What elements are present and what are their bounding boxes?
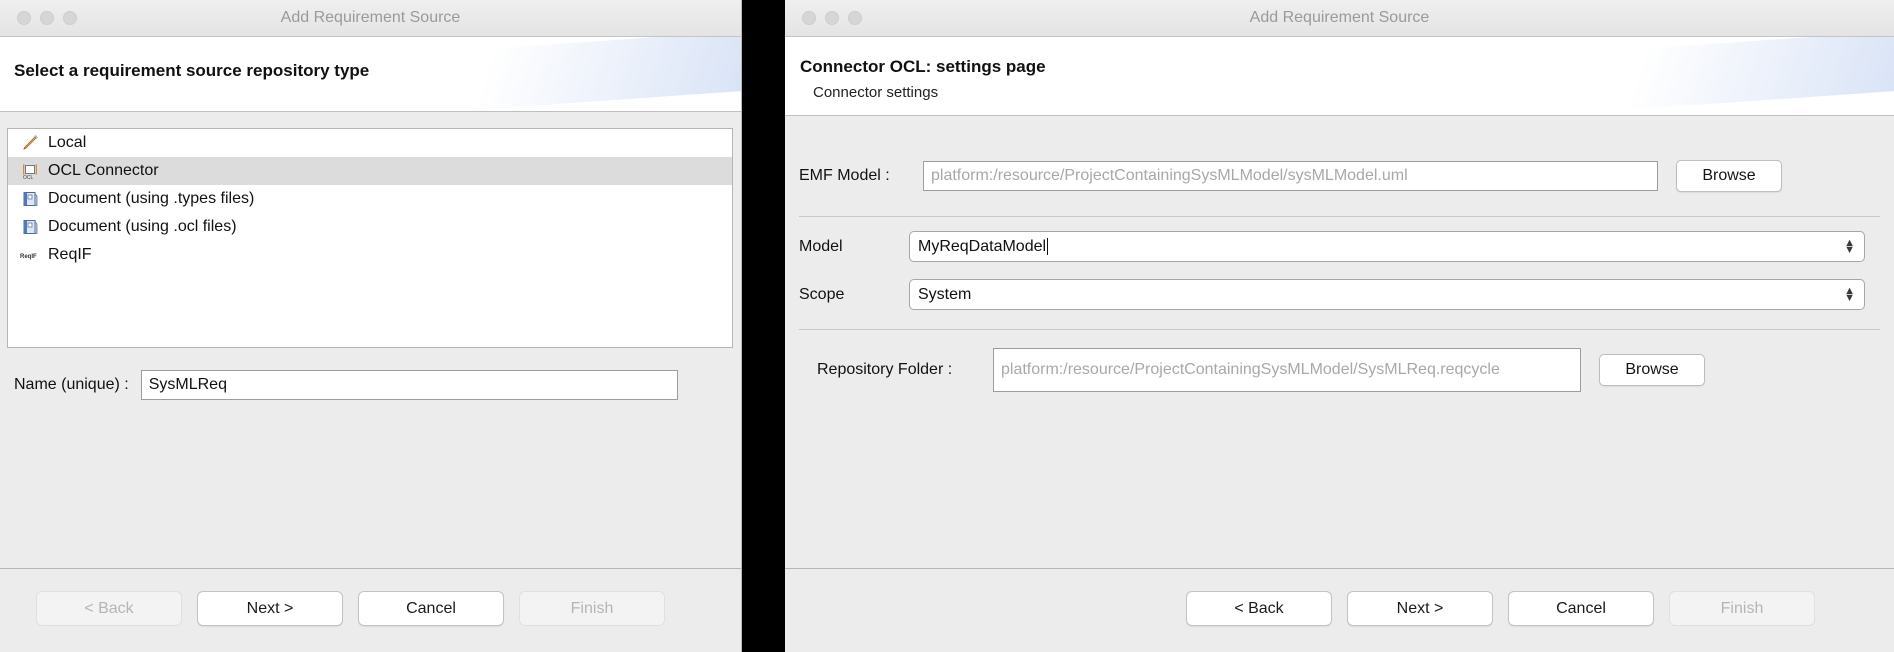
emf-model-label: EMF Model : xyxy=(799,167,890,184)
emf-model-row: EMF Model : Browse xyxy=(799,160,1880,192)
scope-row: Scope System ▲ ▼ xyxy=(799,279,1880,310)
repository-folder-row: Repository Folder : Browse xyxy=(817,348,1880,392)
right-wizard-header: Connector OCL: settings page Connector s… xyxy=(785,37,1894,116)
svg-text:OCL: OCL xyxy=(23,175,34,180)
chevron-updown-icon: ▲ ▼ xyxy=(1844,236,1855,256)
back-button[interactable]: < Back xyxy=(1186,591,1332,626)
list-item-label: ReqIF xyxy=(48,246,92,263)
finish-button[interactable]: Finish xyxy=(1669,591,1815,626)
right-button-row: < Back Next > Cancel Finish xyxy=(1186,591,1815,626)
chevron-updown-icon: ▲ ▼ xyxy=(1844,284,1855,304)
svg-text:ReqIF: ReqIF xyxy=(20,254,37,260)
pencil-icon xyxy=(20,133,40,153)
right-dialog-body: EMF Model : Browse Model MyReqDataModel … xyxy=(785,116,1894,568)
name-field-row: Name (unique) : xyxy=(14,370,678,400)
divider xyxy=(799,216,1880,217)
text-caret xyxy=(1047,238,1049,255)
scope-label: Scope xyxy=(799,285,845,303)
emf-model-input[interactable] xyxy=(923,161,1658,191)
left-dialog-footer: < Back Next > Cancel Finish xyxy=(0,568,741,652)
repository-type-list[interactable]: Local OCL OCL Connector Document (using … xyxy=(7,128,733,348)
repository-folder-browse-button[interactable]: Browse xyxy=(1599,354,1705,386)
left-dialog-body: Local OCL OCL Connector Document (using … xyxy=(0,112,741,568)
list-item-label: OCL Connector xyxy=(48,162,159,179)
left-button-row: < Back Next > Cancel Finish xyxy=(36,591,665,626)
screen: platform:/resource/ProjectContainingSysM… xyxy=(0,0,1894,652)
right-window-title: Add Requirement Source xyxy=(1249,9,1430,26)
back-button[interactable]: < Back xyxy=(36,591,182,626)
left-window-title: Add Requirement Source xyxy=(280,9,461,26)
model-select[interactable]: MyReqDataModel ▲ ▼ xyxy=(909,231,1865,262)
window-controls[interactable] xyxy=(802,11,862,25)
cancel-button[interactable]: Cancel xyxy=(358,591,504,626)
add-requirement-source-dialog-step1: Add Requirement Source Select a requirem… xyxy=(0,0,742,652)
name-input[interactable] xyxy=(140,370,678,400)
left-titlebar: Add Requirement Source xyxy=(0,0,741,37)
right-titlebar: Add Requirement Source xyxy=(785,0,1894,37)
list-item[interactable]: Document (using .types files) xyxy=(8,185,732,213)
left-wizard-header: Select a requirement source repository t… xyxy=(0,37,741,112)
minimize-window-button[interactable] xyxy=(825,11,839,25)
list-item[interactable]: OCL OCL Connector xyxy=(8,157,732,185)
repository-folder-input[interactable] xyxy=(993,348,1581,392)
model-row: Model MyReqDataModel ▲ ▼ xyxy=(799,231,1880,262)
name-field-label: Name (unique) : xyxy=(14,376,129,393)
model-value: MyReqDataModel xyxy=(918,237,1047,255)
list-item[interactable]: Local xyxy=(8,129,732,157)
reqif-icon: ReqIF xyxy=(20,245,40,265)
maximize-window-button[interactable] xyxy=(848,11,862,25)
emf-model-browse-button[interactable]: Browse xyxy=(1676,160,1782,192)
next-button[interactable]: Next > xyxy=(1347,591,1493,626)
list-item-label: Document (using .ocl files) xyxy=(48,218,237,235)
close-window-button[interactable] xyxy=(17,11,31,25)
repository-folder-label: Repository Folder : xyxy=(817,361,953,378)
finish-button[interactable]: Finish xyxy=(519,591,665,626)
cancel-button[interactable]: Cancel xyxy=(1508,591,1654,626)
list-item[interactable]: ReqIF ReqIF xyxy=(8,241,732,269)
maximize-window-button[interactable] xyxy=(63,11,77,25)
scope-value: System xyxy=(918,285,972,303)
left-page-title: Select a requirement source repository t… xyxy=(14,61,370,80)
right-dialog-footer: < Back Next > Cancel Finish xyxy=(785,568,1894,652)
scope-select[interactable]: System ▲ ▼ xyxy=(909,279,1865,310)
list-item-label: Document (using .types files) xyxy=(48,190,255,207)
list-item-label: Local xyxy=(48,134,87,151)
right-page-subtitle: Connector settings xyxy=(813,84,939,101)
ocl-connector-icon: OCL xyxy=(20,161,40,181)
close-window-button[interactable] xyxy=(802,11,816,25)
divider xyxy=(799,329,1880,330)
list-item[interactable]: Document (using .ocl files) xyxy=(8,213,732,241)
model-label: Model xyxy=(799,237,843,255)
document-icon xyxy=(20,217,40,237)
right-page-title: Connector OCL: settings page xyxy=(800,57,1046,76)
next-button[interactable]: Next > xyxy=(197,591,343,626)
minimize-window-button[interactable] xyxy=(40,11,54,25)
document-icon xyxy=(20,189,40,209)
window-controls[interactable] xyxy=(17,11,77,25)
add-requirement-source-dialog-step2: Add Requirement Source Connector OCL: se… xyxy=(785,0,1894,652)
